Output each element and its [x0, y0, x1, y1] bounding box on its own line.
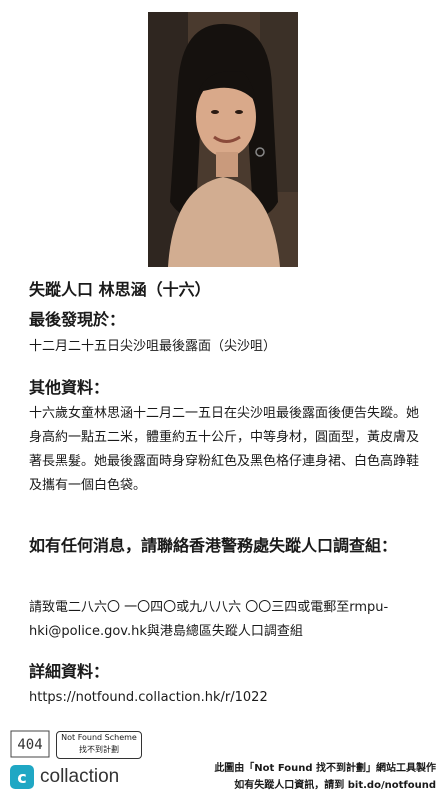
contact-text: 請致電二八六〇 一〇四〇或九八八六 〇〇三四或電郵至rmpu-hki@polic… — [29, 600, 389, 639]
collaction-c-icon: c — [10, 765, 34, 789]
collaction-wordmark: collaction — [40, 766, 120, 787]
not-found-scheme-badge: Not Found Scheme 找不到計劃 — [56, 731, 142, 759]
details-url[interactable]: https://notfound.collaction.hk/r/1022 — [29, 686, 421, 710]
logo-404-text: 404 — [17, 737, 42, 753]
missing-person-photo — [148, 12, 298, 267]
person-title: 失蹤人口 林思涵（十六） — [29, 280, 211, 299]
footer-credit: 此圖由「Not Found 找不到計劃」網站工具製作 如有失蹤人口資訊，請到 b… — [214, 760, 436, 794]
scheme-name-zh: 找不到計劃 — [79, 745, 119, 754]
notfound-404-logo: 404 — [10, 730, 50, 758]
credit-line-1: 此圖由「Not Found 找不到計劃」網站工具製作 — [214, 763, 436, 774]
scheme-name-en: Not Found Scheme — [61, 733, 137, 742]
contact-heading: 如有任何消息，請聯絡香港警務處失蹤人口調查組： — [29, 536, 398, 555]
last-seen-text: 十二月二十五日尖沙咀最後露面（尖沙咀） — [29, 339, 277, 354]
credit-line-2: 如有失蹤人口資訊，請到 bit.do/notfound — [234, 780, 436, 791]
details-heading: 詳細資料： — [29, 662, 110, 681]
collaction-logo: c collaction — [10, 765, 119, 789]
other-info-heading: 其他資料： — [29, 378, 110, 397]
last-seen-heading: 最後發現於： — [29, 310, 126, 329]
other-info-text: 十六歲女童林思涵十二月二一五日在尖沙咀最後露面後便告失蹤。她身高約一點五二米，體… — [29, 406, 420, 493]
